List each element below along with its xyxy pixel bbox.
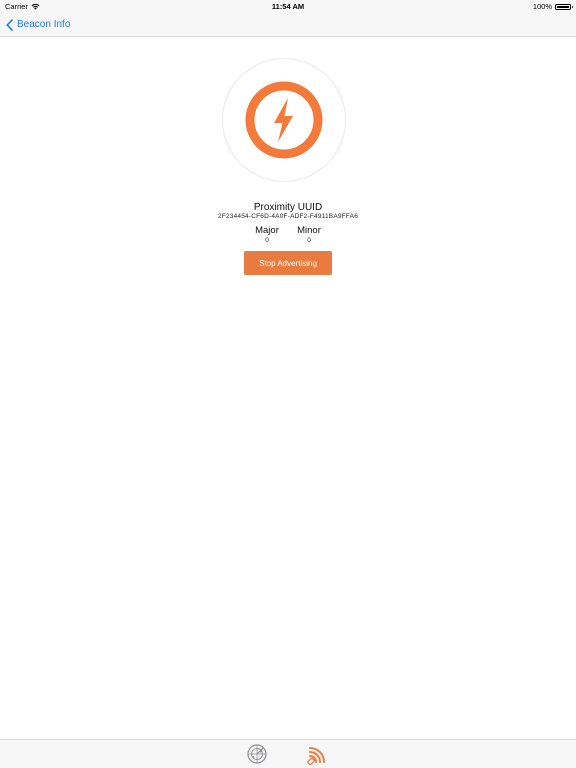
- lightning-bolt-icon: [245, 81, 323, 159]
- broadcast-icon: [307, 747, 325, 766]
- tab-radar[interactable]: [246, 743, 268, 765]
- stop-advertising-button[interactable]: Stop Advertising: [244, 251, 332, 275]
- major-minor-group: Major 0 Minor 0: [248, 225, 328, 244]
- status-right: 100%: [532, 2, 573, 11]
- major-label: Major: [255, 225, 279, 236]
- status-bar: Carrier 11:54 AM 100%: [0, 0, 576, 13]
- proximity-uuid-label: Proximity UUID: [253, 202, 323, 213]
- battery-percent: 100%: [532, 2, 552, 11]
- navigation-bar: Beacon Info: [0, 13, 576, 37]
- battery-icon: [555, 3, 573, 10]
- tab-bar: [0, 739, 576, 768]
- chevron-left-icon: [6, 18, 13, 31]
- back-button-label: Beacon Info: [17, 19, 71, 30]
- radar-icon: [247, 744, 267, 764]
- back-button[interactable]: Beacon Info: [6, 16, 70, 33]
- proximity-uuid-value: 2F234454-CF6D-4A0F-ADF2-F4911BA9FFA6: [217, 213, 359, 220]
- battery-fill: [557, 5, 569, 8]
- tab-broadcast[interactable]: [307, 743, 329, 766]
- major-value: 0: [265, 237, 269, 244]
- minor-label: Minor: [297, 225, 321, 236]
- minor-value: 0: [307, 237, 311, 244]
- status-time: 11:54 AM: [271, 2, 305, 11]
- minor-column: Minor 0: [290, 225, 328, 244]
- major-column: Major 0: [248, 225, 286, 244]
- screen: Carrier 11:54 AM 100% Beacon Info Proxim…: [0, 0, 576, 768]
